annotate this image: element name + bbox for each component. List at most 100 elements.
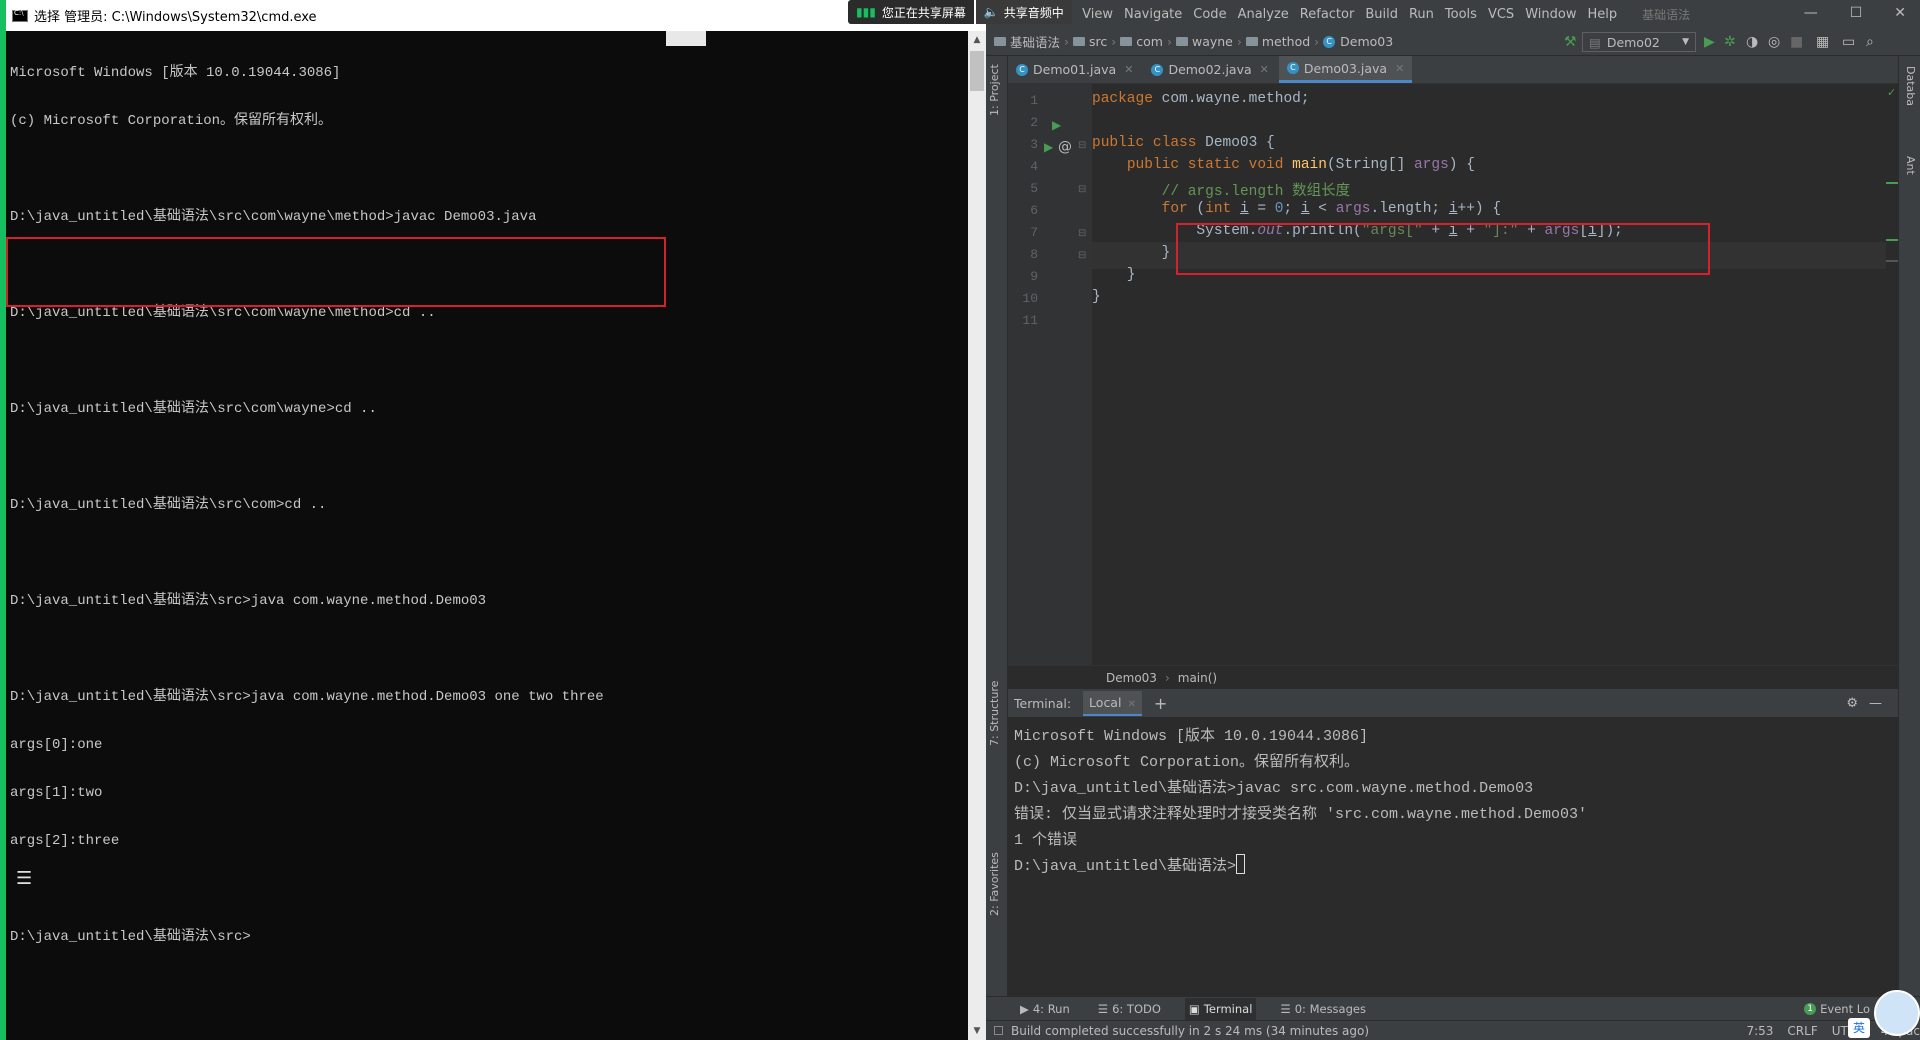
maximize-icon[interactable]: ☐ xyxy=(1850,5,1863,21)
menu-item-navigate[interactable]: Navigate xyxy=(1124,7,1182,22)
messages-tool-tab[interactable]: ☰ 0: Messages xyxy=(1276,998,1370,1020)
run-config-select[interactable]: ▤ Demo02 ▼ xyxy=(1582,32,1696,52)
breadcrumb-item[interactable]: 基础语法 › xyxy=(994,32,1069,51)
breadcrumb-item[interactable]: com › xyxy=(1120,32,1172,51)
terminal-line: Microsoft Windows [版本 10.0.19044.3086] xyxy=(1014,728,1369,745)
cmd-output[interactable]: Microsoft Windows [版本 10.0.19044.3086] (… xyxy=(6,31,968,1040)
cmd-line: D:\java_untitled\基础语法\src>java com.wayne… xyxy=(10,593,487,609)
cmd-scrollbar[interactable]: ▲ ▼ xyxy=(968,31,986,1040)
breadcrumb-item[interactable]: wayne › xyxy=(1175,32,1242,51)
terminal-tab-local[interactable]: Local ✕ xyxy=(1083,690,1142,716)
chevron-down-icon: ▼ xyxy=(1682,37,1689,47)
caret-position[interactable]: 7:53 xyxy=(1746,1024,1773,1038)
line-number: 7 xyxy=(1030,225,1038,240)
fold-icon[interactable]: ⊟ xyxy=(1078,140,1086,151)
editor-tab[interactable]: C Demo03.java ✕ xyxy=(1278,56,1413,83)
stop-icon[interactable]: ■ xyxy=(1790,34,1803,50)
editor-gutter[interactable]: 1 2 3 4 5 6 7 8 9 10 11 xyxy=(1008,84,1092,665)
cmd-line xyxy=(10,545,968,561)
ant-tool-button[interactable]: Ant xyxy=(1904,156,1917,175)
sharing-indicator[interactable]: ▮▮▮ 您正在共享屏幕 xyxy=(848,0,974,24)
close-icon[interactable]: ✕ xyxy=(1127,699,1135,710)
menu-item-vcs[interactable]: VCS xyxy=(1488,7,1514,22)
menu-item-help[interactable]: Help xyxy=(1587,7,1617,22)
build-icon[interactable]: ⚒ xyxy=(1564,34,1577,50)
ide-window: tViewNavigateCodeAnalyzeRefactorBuildRun… xyxy=(986,0,1920,1040)
layout-icon[interactable]: ▭ xyxy=(1842,34,1855,50)
code-editor[interactable]: 1 2 3 4 5 6 7 8 9 10 11 ▶ ▶ @ ⊟ ⊟ ⊟ ⊟ package com.… xyxy=(1008,84,1898,665)
add-icon[interactable]: + xyxy=(1154,694,1167,713)
cmd-line: args[0]:one xyxy=(10,737,103,753)
structure-tool-button[interactable]: 7: Structure xyxy=(988,681,1001,746)
cmd-title: 选择 管理员: C:\Windows\System32\cmd.exe xyxy=(34,10,317,25)
terminal-line: 错误: 仅当显式请求注释处理时才接受类名称 'src.com.wayne.met… xyxy=(1014,806,1588,823)
crumb-class[interactable]: Demo03 xyxy=(1106,671,1157,685)
line-separator[interactable]: CRLF xyxy=(1787,1024,1817,1038)
terminal-tool-tab[interactable]: ▣ Terminal xyxy=(1184,997,1257,1020)
editor-scrollbar[interactable]: ✓ xyxy=(1886,84,1898,665)
todo-tool-tab[interactable]: ☰ 6: TODO xyxy=(1094,998,1165,1020)
terminal-prompt-line[interactable]: D:\java_untitled\基础语法> xyxy=(1014,854,1892,880)
screen-share-bar[interactable]: ▮▮▮ 您正在共享屏幕 🔈 共享音频中 xyxy=(848,0,1072,24)
status-message[interactable]: Build completed successfully in 2 s 24 m… xyxy=(1011,1024,1369,1038)
fold-icon[interactable]: ⊟ xyxy=(1078,250,1086,261)
line-number: 11 xyxy=(1022,313,1038,328)
terminal-output[interactable]: Microsoft Windows [版本 10.0.19044.3086] (c… xyxy=(1008,717,1898,1000)
scroll-down-icon[interactable]: ▼ xyxy=(968,1022,986,1040)
scroll-thumb[interactable] xyxy=(970,51,984,91)
fold-icon[interactable]: ⊟ xyxy=(1078,228,1086,239)
fold-icon[interactable]: ⊟ xyxy=(1078,184,1086,195)
run-tool-tab[interactable]: ▶ 4: Run xyxy=(1016,998,1074,1020)
breadcrumb-item[interactable]: method › xyxy=(1245,32,1319,51)
favorites-tool-button[interactable]: 2: Favorites xyxy=(988,852,1001,916)
menu-item-refactor[interactable]: Refactor xyxy=(1300,7,1355,22)
scroll-up-icon[interactable]: ▲ xyxy=(968,31,986,49)
cmd-title-bar[interactable]: 选择 管理员: C:\Windows\System32\cmd.exe xyxy=(6,0,986,31)
terminal-header: Terminal: Local ✕ + ⚙ — xyxy=(1008,689,1898,717)
window-controls: — ☐ ✕ xyxy=(1804,5,1906,21)
event-log-button[interactable]: 1 Event Lo xyxy=(1804,1002,1870,1016)
cmd-line: args[1]:two xyxy=(10,785,103,801)
menu-item-analyze[interactable]: Analyze xyxy=(1238,7,1289,22)
breadcrumb-item[interactable]: C Demo03 xyxy=(1323,32,1393,51)
java-class-icon: C xyxy=(1016,63,1028,76)
run-main-icon[interactable]: ▶ xyxy=(1044,140,1053,154)
run-icon[interactable]: ▶ xyxy=(1704,34,1715,50)
close-icon[interactable]: ✕ xyxy=(1124,63,1133,76)
menu-item-view[interactable]: View xyxy=(1082,7,1113,22)
database-tool-button[interactable]: Databa xyxy=(1904,66,1917,106)
ime-indicator[interactable]: 英 xyxy=(1848,1018,1870,1038)
menu-bar: tViewNavigateCodeAnalyzeRefactorBuildRun… xyxy=(986,0,1920,28)
menu-item-run[interactable]: Run xyxy=(1409,7,1434,22)
cmd-line xyxy=(10,161,968,177)
editor-tab[interactable]: C Demo01.java ✕ xyxy=(1008,56,1141,83)
editor-tab[interactable]: C Demo02.java ✕ xyxy=(1143,56,1276,83)
breadcrumb-item[interactable]: src › xyxy=(1073,32,1116,51)
menu-item-build[interactable]: Build xyxy=(1365,7,1398,22)
line-number: 8 xyxy=(1030,247,1038,262)
hide-icon[interactable]: — xyxy=(1869,696,1882,711)
close-icon[interactable]: ✕ xyxy=(1260,63,1269,76)
avatar[interactable] xyxy=(1874,990,1920,1036)
menu-item-window[interactable]: Window xyxy=(1525,7,1576,22)
project-tool-button[interactable]: 1: Project xyxy=(988,64,1001,116)
debug-icon[interactable]: ✲ xyxy=(1724,34,1736,50)
cmd-line xyxy=(10,449,968,465)
code-line: public static void main(String[] args) { xyxy=(1126,157,1475,173)
project-structure-icon[interactable]: ▦ xyxy=(1816,34,1829,50)
crumb-method[interactable]: main() xyxy=(1178,671,1217,685)
gear-icon[interactable]: ⚙ xyxy=(1846,696,1858,711)
minimize-icon[interactable]: — xyxy=(1804,5,1818,21)
messages-icon: ☰ xyxy=(1280,1001,1291,1016)
close-icon[interactable]: ✕ xyxy=(1395,62,1404,75)
search-icon[interactable]: ⌕ xyxy=(1866,34,1874,50)
menu-item-tools[interactable]: Tools xyxy=(1445,7,1477,22)
close-icon[interactable]: ✕ xyxy=(1894,5,1906,21)
profile-icon[interactable]: ◎ xyxy=(1768,34,1780,50)
coverage-icon[interactable]: ◑ xyxy=(1746,34,1758,50)
list-icon[interactable]: ☰ xyxy=(16,868,32,889)
menu-item-code[interactable]: Code xyxy=(1193,7,1226,22)
line-number: 10 xyxy=(1022,291,1038,306)
audio-indicator[interactable]: 🔈 共享音频中 xyxy=(975,0,1072,24)
run-class-icon[interactable]: ▶ xyxy=(1052,118,1061,132)
